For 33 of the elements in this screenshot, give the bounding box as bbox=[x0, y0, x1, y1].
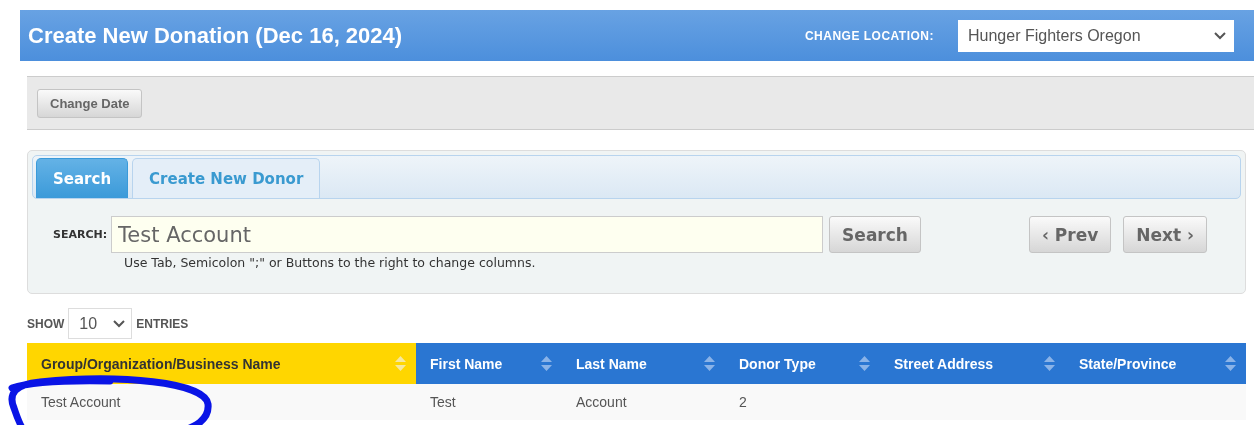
column-header[interactable]: Last Name bbox=[562, 343, 725, 384]
tab[interactable]: Search bbox=[36, 158, 129, 198]
tab[interactable]: Create New Donor bbox=[132, 158, 321, 198]
search-hint: Use Tab, Semicolon ";" or Buttons to the right to change columns. bbox=[124, 255, 537, 270]
search-label: SEARCH: bbox=[53, 228, 108, 241]
table-cell: Account bbox=[562, 384, 725, 420]
next-button[interactable]: Next › bbox=[1123, 216, 1208, 253]
location-select[interactable]: Hunger Fighters Oregon bbox=[958, 19, 1234, 52]
show-label: SHOW bbox=[27, 316, 65, 331]
table-cell: 2 bbox=[725, 384, 880, 420]
change-date-button[interactable]: Change Date bbox=[37, 88, 143, 118]
table-cell: Test Account bbox=[27, 384, 416, 420]
search-button[interactable]: Search bbox=[829, 216, 921, 253]
column-header[interactable]: State/Province bbox=[1065, 343, 1246, 384]
column-header[interactable]: Group/Organization/Business Name bbox=[27, 343, 416, 384]
chevron-down-icon bbox=[1214, 31, 1226, 40]
sort-icon[interactable] bbox=[395, 356, 406, 371]
table-cell: Test bbox=[416, 384, 562, 420]
column-header[interactable]: Street Address bbox=[880, 343, 1065, 384]
sort-icon[interactable] bbox=[541, 356, 552, 371]
entries-label: ENTRIES bbox=[136, 316, 189, 331]
sort-icon[interactable] bbox=[859, 356, 870, 371]
page-title: Create New Donation (Dec 16, 2024) bbox=[28, 22, 403, 49]
column-header[interactable]: First Name bbox=[416, 343, 562, 384]
chevron-down-icon bbox=[113, 319, 126, 328]
column-header[interactable]: Donor Type bbox=[725, 343, 880, 384]
prev-button[interactable]: ‹ Prev bbox=[1028, 216, 1112, 253]
location-label: CHANGE LOCATION: bbox=[804, 28, 934, 43]
sort-icon[interactable] bbox=[1044, 356, 1055, 371]
sort-icon[interactable] bbox=[1225, 356, 1236, 371]
entries-select[interactable]: 10 bbox=[68, 308, 133, 339]
search-field[interactable]: Test Account bbox=[111, 216, 824, 253]
sort-icon[interactable] bbox=[704, 356, 715, 371]
